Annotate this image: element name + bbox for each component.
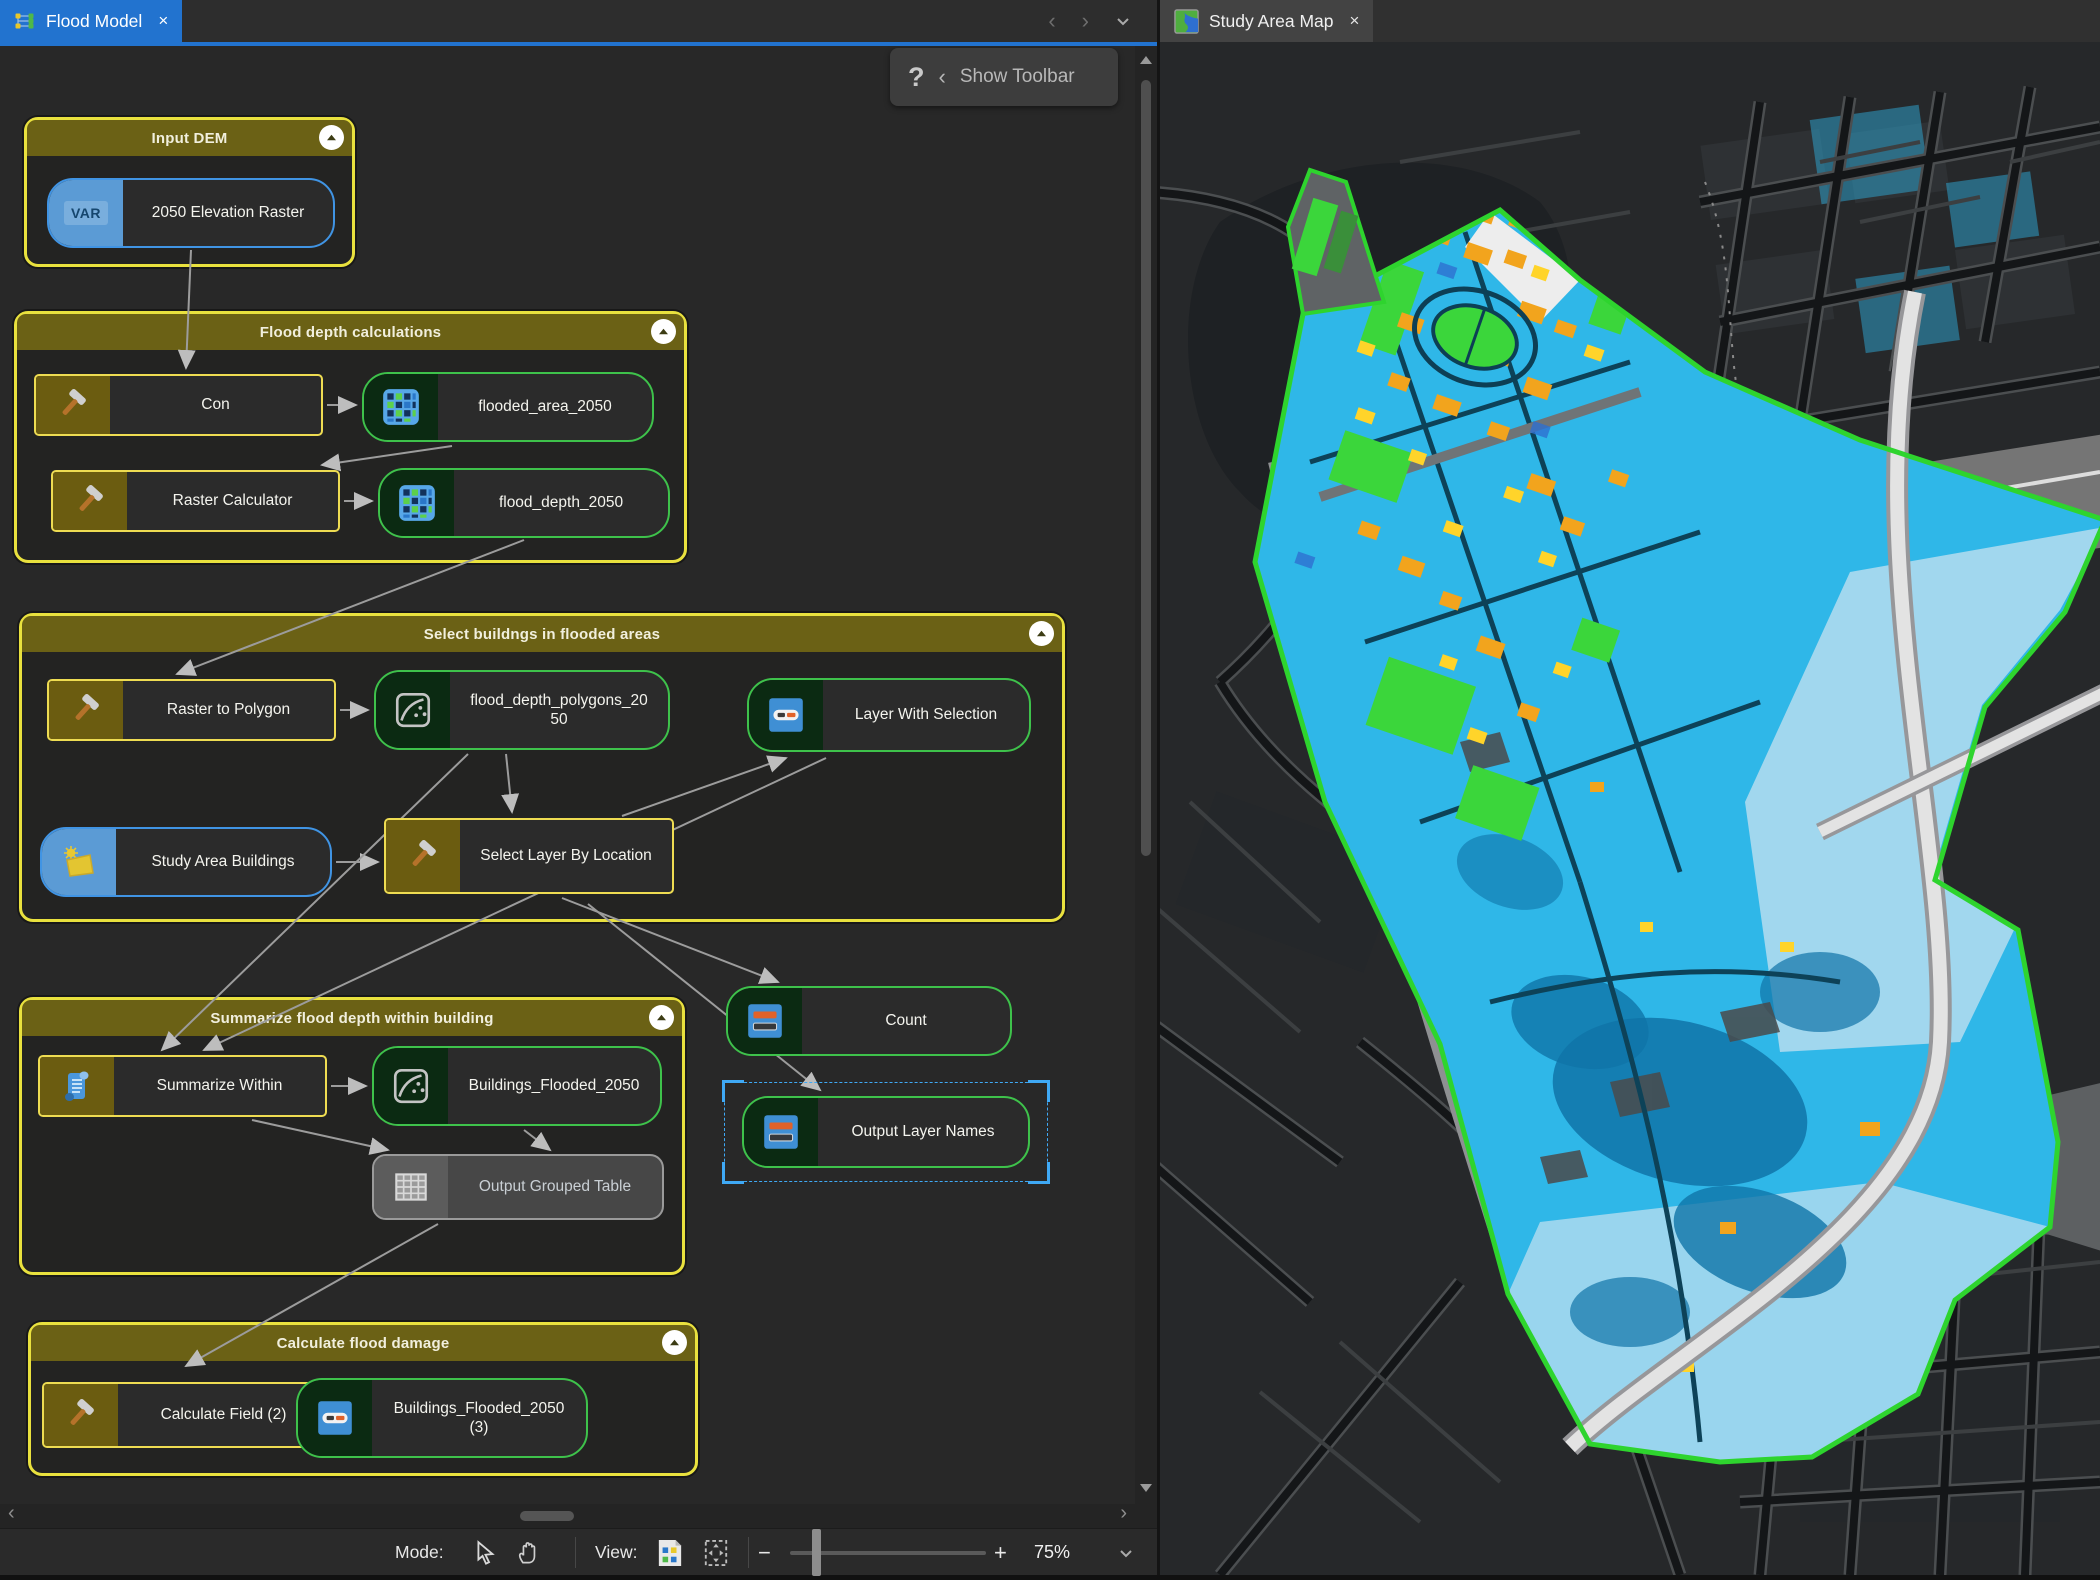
tab-title: Flood Model — [46, 11, 142, 32]
hammer-icon — [36, 376, 110, 434]
tab-nav: ‹ › — [1048, 0, 1131, 42]
node-select-layer-by-location-tool[interactable]: Select Layer By Location — [384, 818, 674, 894]
collapse-group-icon[interactable] — [1029, 621, 1054, 646]
model-status-bar: Mode: View: − + 75% — [0, 1528, 1157, 1575]
node-raster-to-polygon-tool[interactable]: Raster to Polygon — [47, 679, 336, 741]
tab-study-area-map[interactable]: Study Area Map × — [1160, 0, 1373, 42]
scroll-down-icon[interactable] — [1140, 1484, 1152, 1492]
node-calculate-field-tool[interactable]: Calculate Field (2) — [42, 1382, 331, 1448]
pan-mode-icon[interactable] — [510, 1529, 546, 1576]
scroll-left-icon[interactable]: ‹ — [8, 1502, 15, 1525]
zoom-slider-handle[interactable] — [812, 1529, 821, 1576]
model-canvas[interactable]: Input DEM Flood depth calculations Selec… — [0, 46, 1157, 1504]
horizontal-scrollbar[interactable]: ‹ › — [0, 1504, 1157, 1528]
model-tabbar: Flood Model × ‹ › — [0, 0, 1157, 42]
feature-layer-icon — [42, 829, 116, 895]
chevron-left-icon: ‹ — [939, 64, 946, 90]
model-view-pane: Flood Model × ‹ › Input DEM Flood depth … — [0, 0, 1157, 1575]
node-layer-with-selection[interactable]: Layer With Selection — [747, 678, 1031, 752]
hammer-icon — [49, 681, 123, 739]
values-icon — [728, 988, 802, 1054]
map-tabbar: Study Area Map × — [1160, 0, 2100, 42]
collapse-group-icon[interactable] — [651, 319, 676, 344]
view-fit-icon[interactable] — [698, 1529, 734, 1576]
hammer-icon — [53, 472, 127, 530]
view-label: View: — [595, 1529, 637, 1576]
view-diagram-icon[interactable] — [652, 1529, 688, 1576]
hammer-icon — [44, 1384, 118, 1446]
tab-flood-model[interactable]: Flood Model × — [0, 0, 182, 42]
mode-label: Mode: — [395, 1529, 444, 1576]
show-toolbar-label[interactable]: Show Toolbar — [960, 66, 1075, 88]
layer-selection-icon — [298, 1380, 372, 1456]
zoom-out-button[interactable]: − — [758, 1529, 771, 1576]
scroll-right-icon[interactable]: › — [1120, 1502, 1127, 1525]
tab-list-chevron-icon[interactable] — [1115, 13, 1131, 29]
group-title: Input DEM — [152, 130, 228, 147]
collapse-group-icon[interactable] — [319, 125, 344, 150]
select-mode-icon[interactable] — [468, 1529, 504, 1576]
hammer-icon — [386, 820, 460, 892]
script-scroll-icon — [40, 1057, 114, 1115]
zoom-dropdown-icon[interactable] — [1118, 1529, 1134, 1576]
vertical-scrollbar[interactable] — [1135, 46, 1157, 1504]
group-title: Flood depth calculations — [260, 324, 441, 341]
node-buildings-flooded-2050-3[interactable]: Buildings_Flooded_2050 (3) — [296, 1378, 588, 1458]
help-icon[interactable]: ? — [908, 62, 925, 93]
node-raster-calculator-tool[interactable]: Raster Calculator — [51, 470, 340, 532]
node-flood-depth-2050[interactable]: flood_depth_2050 — [378, 468, 670, 538]
group-title: Calculate flood damage — [277, 1335, 450, 1352]
node-output-layer-names[interactable]: Output Layer Names — [742, 1096, 1030, 1168]
node-output-grouped-table[interactable]: Output Grouped Table — [372, 1154, 664, 1220]
node-con-tool[interactable]: Con — [34, 374, 323, 436]
node-flooded-area-2050[interactable]: flooded_area_2050 — [362, 372, 654, 442]
collapse-group-icon[interactable] — [662, 1330, 687, 1355]
close-tab-icon[interactable]: × — [1350, 11, 1360, 31]
next-tab-icon[interactable]: › — [1082, 8, 1089, 34]
group-title: Select buildngs in flooded areas — [424, 626, 660, 643]
zoom-in-button[interactable]: + — [994, 1529, 1007, 1576]
map-canvas[interactable] — [1160, 42, 2100, 1575]
node-2050-elevation-raster[interactable]: VAR 2050 Elevation Raster — [47, 178, 335, 248]
raster-layer-icon — [364, 374, 438, 440]
node-study-area-buildings[interactable]: Study Area Buildings — [40, 827, 332, 897]
model-diagram-icon — [14, 10, 36, 32]
node-count[interactable]: Count — [726, 986, 1012, 1056]
group-title: Summarize flood depth within building — [210, 1010, 493, 1027]
variable-icon: VAR — [49, 180, 123, 246]
node-flood-depth-polygons-2050[interactable]: flood_depth_polygons_2050 — [374, 670, 670, 750]
show-toolbar-widget[interactable]: ? ‹ Show Toolbar — [890, 48, 1118, 106]
values-icon — [744, 1098, 818, 1166]
close-tab-icon[interactable]: × — [158, 11, 168, 31]
vscroll-thumb[interactable] — [1141, 80, 1151, 856]
layer-selection-icon — [749, 680, 823, 750]
polygon-output-icon — [376, 672, 450, 748]
collapse-group-icon[interactable] — [649, 1005, 674, 1030]
node-buildings-flooded-2050[interactable]: Buildings_Flooded_2050 — [372, 1046, 662, 1126]
map-icon — [1174, 9, 1199, 34]
polygon-output-icon — [374, 1048, 448, 1124]
hscroll-thumb[interactable] — [520, 1511, 574, 1521]
raster-layer-icon — [380, 470, 454, 536]
zoom-level[interactable]: 75% — [1034, 1529, 1070, 1576]
map-view-pane: Study Area Map × — [1160, 0, 2100, 1575]
scroll-up-icon[interactable] — [1140, 56, 1152, 64]
arcgis-pro-window: Flood Model × ‹ › Input DEM Flood depth … — [0, 0, 2100, 1575]
node-summarize-within-tool[interactable]: Summarize Within — [38, 1055, 327, 1117]
tab-title: Study Area Map — [1209, 11, 1334, 32]
prev-tab-icon[interactable]: ‹ — [1048, 8, 1055, 34]
model-group-summarize[interactable]: Summarize flood depth within building — [19, 997, 685, 1275]
table-icon — [374, 1156, 448, 1218]
